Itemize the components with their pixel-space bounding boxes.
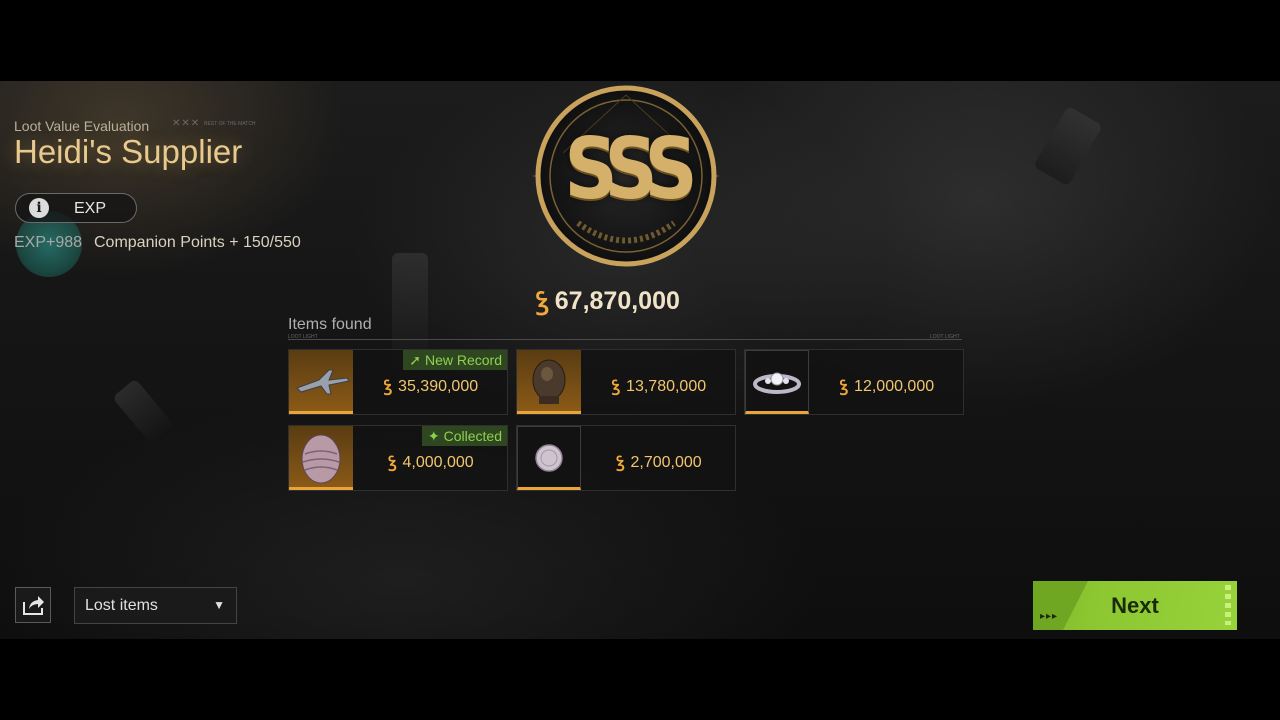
badge-text: New Record [424, 352, 502, 368]
total-loot-value: ꝣ 67,870,000 [536, 283, 680, 317]
currency-icon: ꝣ [383, 378, 393, 395]
item-card[interactable]: ➚ New Record ꝣ 35,390,000 [288, 349, 508, 415]
badge-text: Collected [443, 428, 502, 444]
item-price: ꝣ 13,780,000 [589, 374, 729, 396]
exp-button-label: EXP [74, 200, 107, 217]
dropdown-value: Lost items [85, 597, 158, 614]
item-price-text: 2,700,000 [630, 454, 702, 471]
share-button[interactable] [15, 587, 51, 623]
sparkle-icon: ✦ [427, 428, 440, 444]
currency-icon: ꝣ [611, 378, 621, 395]
item-price-text: 12,000,000 [854, 378, 935, 395]
best-mark-icon: ✕✕✕ [172, 118, 201, 129]
currency-icon: ꝣ [616, 454, 625, 471]
item-price-text: 35,390,000 [398, 378, 479, 395]
page-title: Heidi's Supplier [14, 133, 243, 170]
letterbox-top [0, 0, 1280, 81]
currency-icon: ꝣ [839, 378, 849, 395]
collected-badge: ✦ Collected [421, 426, 507, 446]
loot-evaluation-label: Loot Value Evaluation [14, 118, 150, 134]
lost-items-dropdown[interactable]: Lost items ▼ [74, 587, 237, 624]
total-value-text: 67,870,000 [554, 287, 680, 315]
background-shell [112, 378, 174, 444]
fighter-jet-icon [296, 369, 350, 395]
result-screen: Loot Value Evaluation ✕✕✕ BEST OF THE MA… [0, 81, 1280, 639]
items-divider [288, 339, 962, 340]
item-card[interactable]: ✦ Collected ꝣ 4,000,000 [288, 425, 508, 491]
grade-text: SSS [564, 119, 697, 219]
currency-icon: ꝣ [388, 454, 397, 471]
arrow-up-right-icon: ➚ [409, 352, 421, 368]
items-found-label: Items found [288, 316, 372, 333]
item-price-text: 4,000,000 [402, 454, 474, 471]
best-mark-text: BEST OF THE MATCH [204, 120, 256, 127]
item-price: ꝣ 2,700,000 [589, 450, 729, 472]
statue-bust-icon [532, 359, 566, 404]
item-price: ꝣ 4,000,000 [361, 450, 501, 472]
item-thumbnail [745, 350, 809, 414]
item-card[interactable]: ꝣ 2,700,000 [516, 425, 736, 491]
letterbox-bottom [0, 639, 1280, 720]
next-button-label: Next [1111, 593, 1159, 618]
coin-icon [535, 444, 563, 472]
stripe-bars-icon [1225, 585, 1231, 625]
item-card[interactable]: ꝣ 13,780,000 [516, 349, 736, 415]
exp-button[interactable]: i EXP [15, 193, 137, 223]
item-price: ꝣ 35,390,000 [361, 374, 501, 396]
exp-gain-text: EXP+988 [14, 234, 83, 251]
next-button[interactable]: ▸▸▸ Next [1033, 581, 1237, 630]
caret-down-icon: ▼ [213, 598, 225, 612]
item-price-text: 13,780,000 [626, 378, 707, 395]
companion-points-text: Companion Points + 150/550 [94, 234, 301, 251]
item-card[interactable]: ꝣ 12,000,000 [744, 349, 964, 415]
item-thumbnail [517, 426, 581, 490]
currency-icon: ꝣ [536, 287, 549, 315]
item-thumbnail [289, 350, 353, 414]
best-of-match-mark: ✕✕✕ BEST OF THE MATCH [172, 118, 256, 129]
info-icon: i [29, 198, 49, 218]
item-thumbnail [517, 350, 581, 414]
share-icon [23, 596, 44, 615]
jeweled-egg-icon [301, 434, 341, 484]
item-price: ꝣ 12,000,000 [817, 374, 957, 396]
new-record-badge: ➚ New Record [403, 350, 507, 370]
diamond-ring-icon [753, 372, 801, 394]
item-thumbnail [289, 426, 353, 490]
background-shell [1033, 105, 1103, 187]
